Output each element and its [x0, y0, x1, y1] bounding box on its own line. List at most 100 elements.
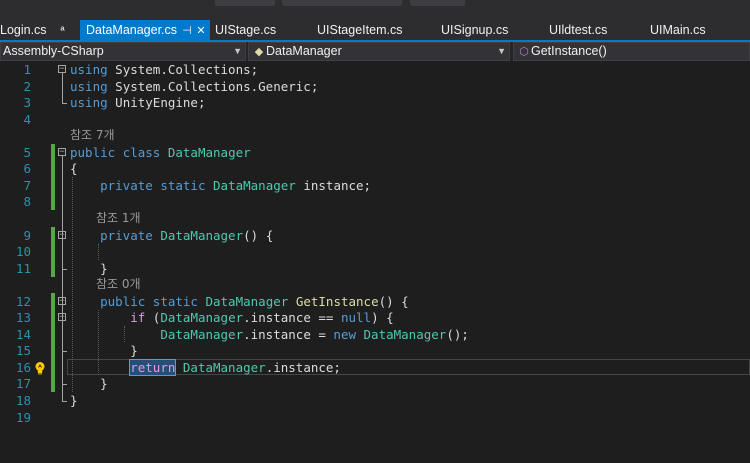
code-token: DataManager: [160, 326, 244, 342]
tab-uisignup[interactable]: UISignup.cs: [441, 20, 508, 40]
lightbulb-icon[interactable]: [33, 361, 47, 375]
references-count[interactable]: 참조 1개: [96, 210, 141, 227]
tab-label: UIStage.cs: [215, 23, 277, 37]
code-text[interactable]: }: [70, 375, 108, 392]
code-token: DataManager: [167, 144, 251, 160]
tab-login[interactable]: Login.cs ª: [0, 20, 69, 40]
code-lens[interactable]: 참조 7개: [0, 127, 750, 144]
code-line: 8: [0, 193, 750, 211]
code-token: .instance =: [243, 326, 334, 342]
code-line: 5 − public class DataManager: [0, 143, 750, 161]
code-editor[interactable]: 1− using System.Collections; 2 using System…: [0, 61, 750, 463]
change-marker: [51, 176, 55, 194]
code-text[interactable]: private DataManager() {: [70, 227, 273, 244]
change-marker: [51, 143, 55, 161]
code-text[interactable]: public static DataManager GetInstance() …: [70, 293, 409, 310]
code-token: DataManager: [363, 326, 447, 342]
references-count[interactable]: 참조 7개: [70, 127, 115, 144]
using-region-outline-end: [62, 103, 67, 105]
code-token: instance;: [295, 177, 372, 193]
change-marker: [51, 309, 55, 327]
code-token: using: [70, 78, 108, 94]
project-dropdown[interactable]: Assembly-CSharp ▼: [0, 42, 246, 61]
line-number: 17: [15, 376, 31, 392]
tab-uildtest[interactable]: UIldtest.cs: [549, 20, 607, 40]
code-token: () {: [243, 227, 274, 243]
if-region-outline: [62, 321, 63, 352]
toolbar-remnant: [282, 0, 402, 6]
toolbar-remnant: [410, 0, 465, 6]
code-lens[interactable]: 참조 0개: [0, 276, 750, 293]
code-line: 15 }: [0, 342, 750, 360]
code-text[interactable]: if (DataManager.instance == null) {: [70, 309, 394, 326]
code-text[interactable]: using System.Collections;: [70, 61, 258, 78]
code-token: ();: [446, 326, 469, 342]
code-token: DataManager: [160, 310, 244, 326]
code-text[interactable]: }: [70, 260, 108, 277]
collapse-icon[interactable]: −: [58, 147, 66, 156]
code-text[interactable]: return DataManager.instance;: [70, 358, 341, 376]
code-line: 10: [0, 243, 750, 261]
line-number: 7: [23, 177, 31, 193]
code-line: 17 }: [0, 375, 750, 393]
project-name: Assembly-CSharp: [3, 44, 104, 58]
change-marker: [51, 226, 55, 244]
code-text[interactable]: {: [70, 160, 78, 177]
code-token: System.Collections.Generic;: [107, 78, 319, 94]
tab-uistageitem[interactable]: UIStageItem.cs: [317, 20, 402, 40]
code-line: 14 DataManager.instance = new DataManage…: [0, 325, 750, 343]
member-name: GetInstance(): [531, 44, 607, 58]
class-dropdown[interactable]: ◆ DataManager ▼: [248, 42, 510, 61]
code-line: 9− private DataManager() {: [0, 226, 750, 244]
code-line: 13− if (DataManager.instance == null) {: [0, 309, 750, 327]
line-number: 13: [15, 310, 31, 326]
tab-label: UISignup.cs: [441, 23, 509, 37]
line-number: 18: [15, 393, 31, 408]
code-token: UnityEngine;: [107, 95, 206, 111]
code-text[interactable]: using System.Collections.Generic;: [70, 78, 318, 95]
chevron-down-icon: ▼: [233, 46, 242, 56]
change-marker: [51, 325, 55, 343]
code-line: 7 private static DataManager instance;: [0, 176, 750, 194]
code-text[interactable]: DataManager.instance = new DataManager()…: [70, 326, 469, 343]
code-token: (: [145, 310, 161, 326]
collapse-icon[interactable]: −: [58, 65, 66, 74]
tab-datamanager[interactable]: DataManager.cs ⊣ ✕: [80, 20, 210, 40]
code-text[interactable]: }: [70, 392, 78, 409]
code-token: ) {: [371, 310, 394, 326]
tab-uimain[interactable]: UIMain.cs: [650, 20, 706, 40]
references-count[interactable]: 참조 0개: [96, 276, 141, 293]
line-number: 9: [23, 227, 31, 243]
tab-label: DataManager.cs: [86, 23, 178, 37]
code-text[interactable]: using UnityEngine;: [70, 94, 205, 111]
code-lens[interactable]: 참조 1개: [0, 210, 750, 227]
code-token: static: [152, 293, 198, 309]
code-token: {: [70, 161, 78, 177]
line-number: 12: [15, 293, 31, 309]
code-token: DataManager: [160, 227, 244, 243]
code-token: using: [70, 62, 108, 77]
document-tabs: Login.cs ª DataManager.cs ⊣ ✕ UIStage.cs UI…: [0, 20, 750, 40]
code-token: () {: [378, 293, 409, 309]
line-number: 1: [23, 62, 31, 77]
tab-uistage[interactable]: UIStage.cs: [215, 20, 276, 40]
code-text[interactable]: public class DataManager: [70, 144, 251, 161]
member-dropdown[interactable]: ⬡ GetInstance(): [513, 42, 750, 61]
code-token: new: [333, 326, 356, 342]
close-icon[interactable]: ✕: [195, 21, 207, 40]
code-line: 16 return DataManager.instance;: [0, 358, 750, 376]
change-marker: [51, 342, 55, 360]
code-text[interactable]: private static DataManager instance;: [70, 177, 371, 194]
code-text[interactable]: }: [70, 342, 138, 359]
pin-icon[interactable]: ⊣: [181, 21, 193, 40]
code-line: 18}: [0, 392, 750, 409]
pin-icon[interactable]: ª: [57, 21, 69, 40]
code-line: 11 }: [0, 259, 750, 277]
code-token: .instance;: [265, 359, 341, 375]
code-line: 2 using System.Collections.Generic;: [0, 78, 750, 95]
chevron-down-icon: ▼: [497, 46, 506, 56]
